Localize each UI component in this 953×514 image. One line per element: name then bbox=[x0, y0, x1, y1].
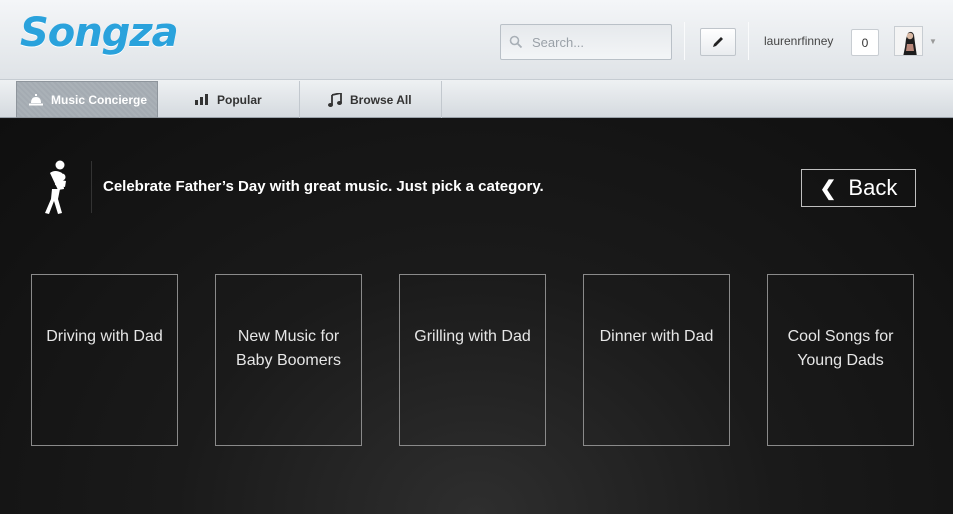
tab-browse-all[interactable]: Browse All bbox=[300, 81, 442, 118]
intro-divider bbox=[91, 161, 92, 213]
pencil-icon bbox=[713, 37, 723, 47]
search-input[interactable] bbox=[532, 34, 662, 50]
category-tile-young-dads[interactable]: Cool Songs for Young Dads bbox=[767, 274, 914, 446]
header-divider bbox=[748, 22, 749, 60]
tab-label: Browse All bbox=[350, 92, 412, 107]
category-label: Grilling with Dad bbox=[414, 328, 531, 345]
songza-logo[interactable]: Songza bbox=[20, 10, 179, 56]
top-header: Songza laurenrfinney 0 ▼ bbox=[0, 0, 953, 80]
bell-icon bbox=[29, 93, 43, 105]
category-tile-grilling[interactable]: Grilling with Dad bbox=[399, 274, 546, 446]
username-link[interactable]: laurenrfinney bbox=[764, 34, 833, 48]
bar-chart-icon bbox=[195, 94, 208, 105]
back-label: Back bbox=[848, 175, 898, 200]
notification-count[interactable]: 0 bbox=[851, 29, 879, 56]
category-label: Driving with Dad bbox=[46, 328, 163, 345]
avatar-icon bbox=[895, 27, 922, 55]
category-tile-baby-boomers[interactable]: New Music for Baby Boomers bbox=[215, 274, 362, 446]
tab-label: Popular bbox=[217, 92, 262, 107]
tab-popular[interactable]: Popular bbox=[158, 81, 300, 118]
category-label: Cool Songs for Young Dads bbox=[787, 328, 894, 369]
category-label: Dinner with Dad bbox=[599, 328, 714, 345]
category-tile-dinner[interactable]: Dinner with Dad bbox=[583, 274, 730, 446]
search-box[interactable] bbox=[500, 24, 672, 60]
main-nav: Music Concierge Popular Browse All bbox=[0, 80, 953, 118]
category-label: New Music for Baby Boomers bbox=[236, 328, 341, 369]
back-button[interactable]: ❮ Back bbox=[801, 169, 916, 207]
intro-message: Celebrate Father’s Day with great music.… bbox=[103, 178, 544, 195]
search-icon bbox=[509, 35, 523, 49]
tab-music-concierge[interactable]: Music Concierge bbox=[16, 81, 158, 118]
edit-button[interactable] bbox=[700, 28, 736, 56]
category-tile-driving[interactable]: Driving with Dad bbox=[31, 274, 178, 446]
dad-carrying-child-icon bbox=[45, 160, 66, 214]
header-divider bbox=[684, 22, 685, 60]
tab-label: Music Concierge bbox=[51, 92, 148, 107]
chevron-down-icon[interactable]: ▼ bbox=[929, 37, 937, 46]
music-note-icon bbox=[328, 92, 342, 107]
user-avatar[interactable] bbox=[894, 26, 923, 56]
concierge-panel: Celebrate Father’s Day with great music.… bbox=[0, 119, 953, 514]
chevron-left-icon: ❮ bbox=[819, 177, 837, 200]
